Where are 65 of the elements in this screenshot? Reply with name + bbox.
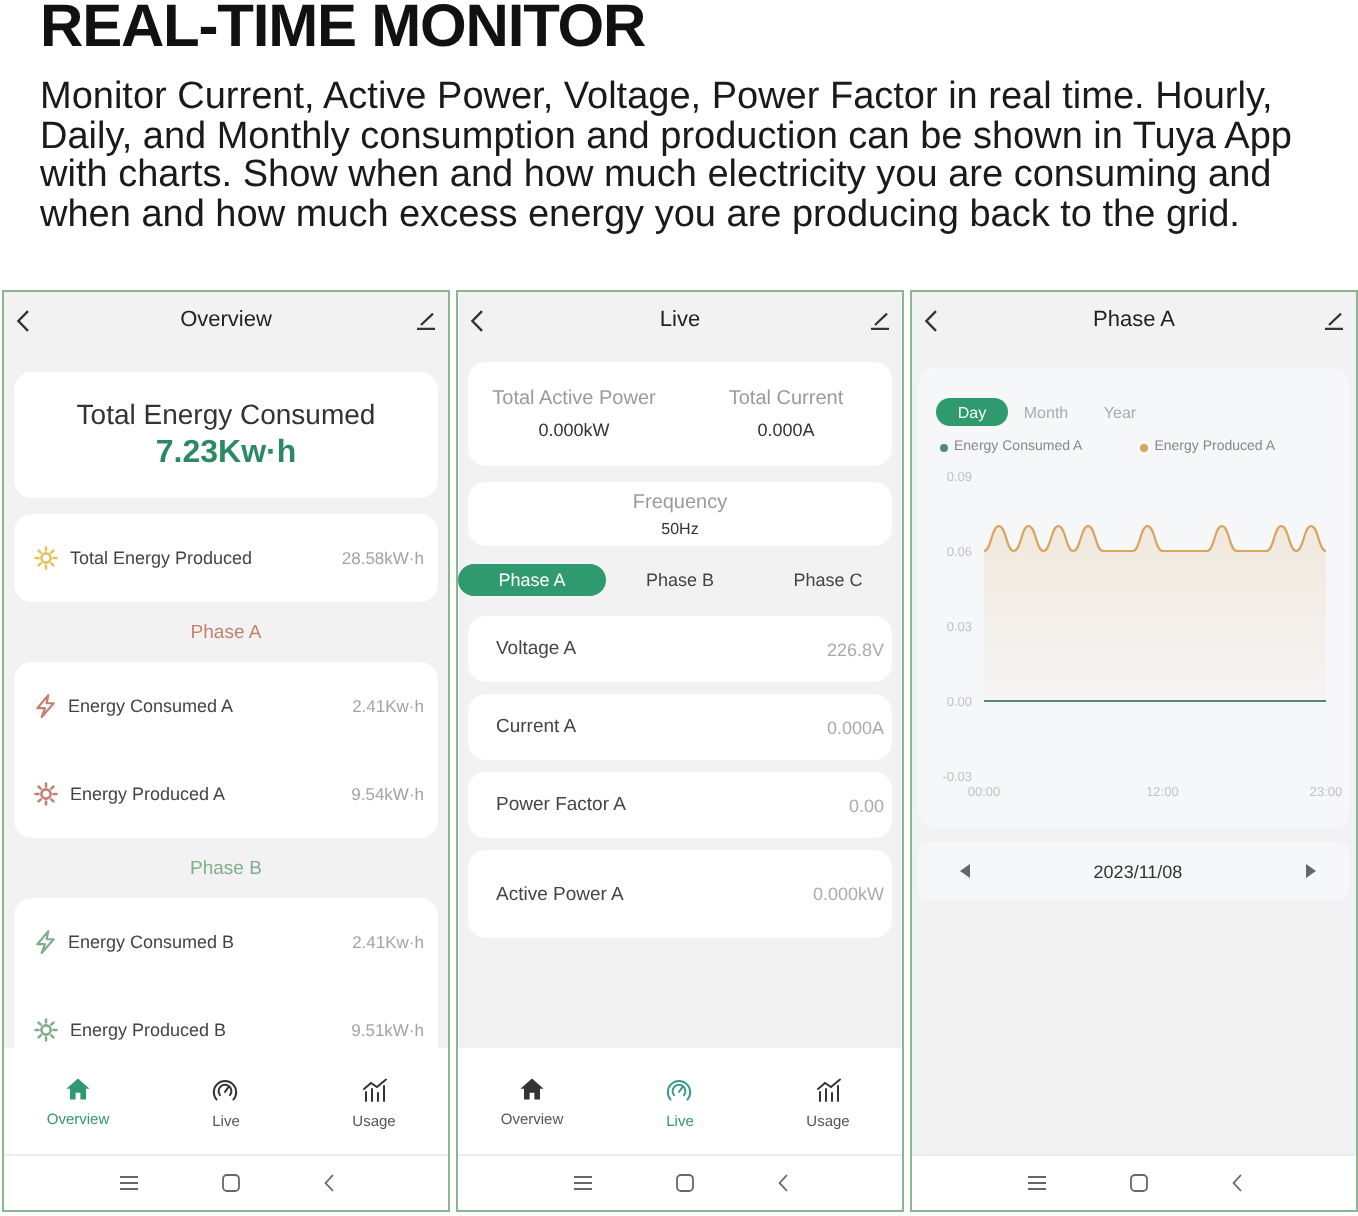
caret-right-icon[interactable] bbox=[1305, 864, 1316, 878]
row-label: Energy Consumed B bbox=[68, 932, 235, 952]
screen-title: Live bbox=[659, 308, 701, 332]
sun-icon bbox=[34, 782, 58, 806]
back-icon[interactable] bbox=[323, 1174, 333, 1192]
phase-tab[interactable]: Phase B bbox=[606, 564, 754, 596]
menu-icon[interactable] bbox=[119, 1176, 137, 1190]
back-icon[interactable] bbox=[924, 309, 938, 331]
gauge-icon bbox=[212, 1077, 239, 1101]
section-title: Phase B bbox=[190, 857, 262, 879]
row-value: 9.54kW·h bbox=[351, 784, 424, 804]
gauge-icon bbox=[666, 1077, 693, 1101]
metric-value: 50Hz bbox=[661, 519, 699, 537]
back-icon[interactable] bbox=[1231, 1174, 1241, 1192]
reading-label: Current A bbox=[496, 716, 577, 738]
metric-value: 0.000kW bbox=[538, 420, 610, 440]
menu-icon[interactable] bbox=[1027, 1176, 1045, 1190]
screen-title: Phase A bbox=[1093, 308, 1175, 332]
reading-label: Active Power A bbox=[496, 883, 624, 905]
sun-icon bbox=[34, 1018, 58, 1042]
date-text: 2023/11/08 bbox=[1093, 861, 1183, 881]
square-icon[interactable] bbox=[221, 1174, 239, 1192]
back-icon[interactable] bbox=[777, 1174, 787, 1192]
lightning-bolt-icon bbox=[34, 694, 56, 718]
lightning-bolt-icon bbox=[34, 930, 56, 954]
bar-chart-icon bbox=[815, 1077, 841, 1101]
edit-icon[interactable] bbox=[870, 311, 890, 329]
range-tab[interactable]: Day bbox=[936, 398, 1008, 426]
reading-value: 0.000kW bbox=[812, 884, 884, 904]
square-icon[interactable] bbox=[675, 1174, 693, 1192]
phase-tab[interactable]: Phase C bbox=[754, 564, 902, 596]
edit-icon[interactable] bbox=[1324, 311, 1344, 329]
house-icon bbox=[65, 1078, 90, 1100]
row-label: Energy Consumed A bbox=[68, 696, 234, 716]
square-icon[interactable] bbox=[1129, 1174, 1147, 1192]
back-icon[interactable] bbox=[16, 309, 30, 331]
section-title: Phase A bbox=[190, 621, 262, 643]
bar-chart-icon bbox=[361, 1077, 387, 1101]
row-label: Total Energy Produced bbox=[70, 548, 253, 568]
reading-label: Voltage A bbox=[496, 638, 577, 660]
row-value: 2.41Kw·h bbox=[352, 932, 424, 952]
page-title: REAL-TIME MONITOR bbox=[40, 0, 646, 56]
reading-value: 0.000A bbox=[826, 717, 884, 737]
reading-value: 0.00 bbox=[848, 795, 884, 815]
description-text: Monitor Current, Active Power, Voltage, Power Factor in real time. Hourly, Daily, and Monthly consumption and production can be shown in Tuya App with charts. Show when and how much electricity you are consuming and when and how much excess energy you are producing back to the grid. bbox=[40, 78, 1294, 234]
phase-tab[interactable]: Phase A bbox=[458, 564, 606, 596]
metric-label: Frequency bbox=[632, 491, 728, 513]
screen-title: Overview bbox=[180, 308, 272, 332]
caret-left-icon[interactable] bbox=[960, 864, 970, 878]
metric-value: 0.000A bbox=[757, 420, 815, 440]
metric-label: Total Current bbox=[728, 388, 844, 410]
house-icon bbox=[519, 1078, 544, 1100]
row-value: 2.41Kw·h bbox=[352, 696, 424, 716]
reading-label: Power Factor A bbox=[496, 794, 626, 816]
row-value: 9.51kW·h bbox=[351, 1020, 424, 1040]
summary-label: Total Energy Consumed bbox=[76, 398, 376, 430]
metric-label: Total Active Power bbox=[492, 388, 656, 410]
summary-value: 7.23Kw·h bbox=[155, 436, 297, 472]
row-label: Energy Produced A bbox=[70, 784, 226, 804]
row-value: 28.58kW·h bbox=[341, 548, 424, 568]
menu-icon[interactable] bbox=[573, 1176, 591, 1190]
edit-icon[interactable] bbox=[416, 311, 436, 329]
back-icon[interactable] bbox=[470, 309, 484, 331]
reading-value: 226.8V bbox=[826, 639, 884, 659]
row-label: Energy Produced B bbox=[70, 1020, 227, 1040]
